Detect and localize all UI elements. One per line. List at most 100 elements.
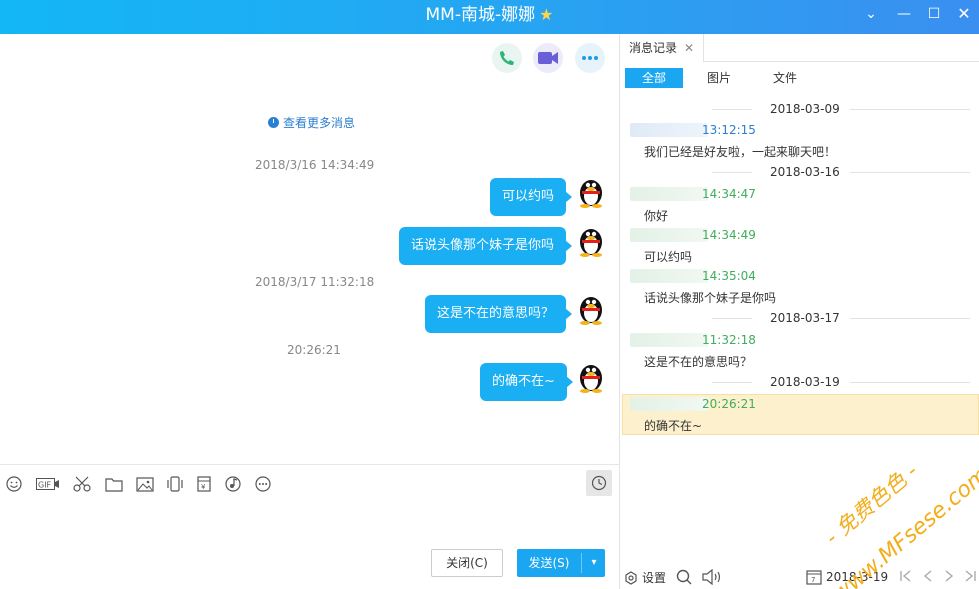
qq-penguin-avatar[interactable]: [576, 361, 606, 393]
message-timestamp: 20:26:21: [287, 343, 341, 357]
filter-files[interactable]: 文件: [758, 68, 812, 88]
record-text: 我们已经是好友啦，一起来聊天吧！: [644, 145, 837, 159]
gear-icon: [625, 570, 637, 585]
send-button-divider: [581, 553, 582, 573]
message-bubble[interactable]: 话说头像那个妹子是你吗: [399, 227, 573, 265]
qq-penguin-avatar[interactable]: [576, 225, 606, 257]
clock-icon: [268, 117, 279, 128]
record-text: 话说头像那个妹子是你吗: [644, 291, 777, 305]
date-label: 2018-03-09: [770, 102, 840, 116]
scissors-icon[interactable]: [71, 473, 93, 495]
date-separator: 2018-03-19: [620, 375, 979, 389]
message-timestamp: 2018/3/16 14:34:49: [255, 158, 375, 172]
record-header: 14:34:49: [630, 227, 756, 243]
search-icon: [676, 569, 692, 585]
history-footer: 设置 7 2018-3-19: [620, 564, 979, 589]
message-input-area[interactable]: GIF ¥ 关闭(C) 发送(S) ▾: [0, 464, 619, 589]
speaker-icon: [702, 569, 721, 585]
star-icon: ★: [539, 5, 554, 24]
svg-text:7: 7: [811, 576, 815, 584]
current-date: 2018-3-19: [826, 570, 889, 584]
record-header: 14:34:47: [630, 186, 756, 202]
send-options-chevron-icon[interactable]: ▾: [585, 549, 603, 577]
date-label: 2018-03-19: [770, 375, 840, 389]
view-more-label: 查看更多消息: [283, 116, 356, 130]
date-label: 2018-03-16: [770, 165, 840, 179]
date-separator: 2018-03-16: [620, 165, 979, 179]
record-header: 13:12:15: [630, 122, 756, 138]
sender-name-blurred: [630, 396, 708, 411]
date-picker[interactable]: 7 2018-3-19: [806, 569, 888, 585]
filter-all[interactable]: 全部: [625, 68, 683, 88]
window-title-text: MM-南城-娜娜: [425, 5, 536, 25]
message-bubble[interactable]: 这是不在的意思吗？: [425, 295, 573, 333]
minimize-button[interactable]: —: [889, 0, 919, 30]
qq-penguin-avatar[interactable]: [576, 293, 606, 325]
window-title: MM-南城-娜娜 ★: [0, 0, 979, 34]
emoji-icon[interactable]: [3, 473, 25, 495]
tab-message-history[interactable]: 消息记录 ✕: [620, 34, 704, 62]
qq-penguin-avatar[interactable]: [576, 176, 606, 208]
record-time: 13:12:15: [702, 122, 756, 137]
close-tab-icon[interactable]: ✕: [684, 34, 694, 62]
record-text: 的确不在~: [644, 419, 703, 433]
sender-name-blurred: [630, 227, 708, 242]
date-separator: 2018-03-17: [620, 311, 979, 325]
message-bubble[interactable]: 可以约吗: [490, 178, 573, 216]
message-history-button[interactable]: [586, 470, 612, 496]
send-button[interactable]: 发送(S) ▾: [517, 549, 605, 577]
video-call-button[interactable]: [533, 43, 563, 73]
gif-icon[interactable]: GIF: [36, 473, 60, 495]
first-page-icon[interactable]: [899, 569, 913, 583]
settings-label: 设置: [642, 571, 667, 585]
shake-icon[interactable]: [164, 473, 186, 495]
last-page-icon[interactable]: [963, 569, 977, 583]
date-label: 2018-03-17: [770, 311, 840, 325]
more-tools-icon[interactable]: [252, 473, 274, 495]
svg-text:¥: ¥: [201, 483, 206, 491]
record-text: 你好: [644, 209, 669, 223]
record-time: 14:34:47: [702, 186, 756, 201]
calendar-icon: 7: [806, 570, 822, 585]
title-bar: MM-南城-娜娜 ★ ⌄ — ☐ ✕: [0, 0, 979, 34]
phone-icon: [500, 51, 514, 65]
view-more-messages-link[interactable]: 查看更多消息: [268, 114, 355, 131]
svg-text:GIF: GIF: [38, 481, 52, 490]
record-header: 20:26:21: [630, 396, 756, 412]
prev-page-icon[interactable]: [922, 569, 934, 583]
record-text: 可以约吗: [644, 250, 693, 264]
image-icon[interactable]: [134, 473, 156, 495]
more-icon: [582, 56, 598, 60]
message-timestamp: 2018/3/17 11:32:18: [255, 275, 375, 289]
sender-name-blurred: [630, 332, 708, 347]
maximize-button[interactable]: ☐: [919, 0, 949, 30]
record-header: 11:32:18: [630, 332, 756, 348]
send-label: 发送(S): [528, 556, 570, 570]
record-header: 14:35:04: [630, 268, 756, 284]
settings-button[interactable]: 设置: [624, 569, 666, 586]
date-separator: 2018-03-09: [620, 102, 979, 116]
volume-button[interactable]: [702, 569, 724, 585]
clock-icon: [591, 475, 607, 491]
close-window-button[interactable]: ✕: [949, 0, 979, 30]
video-camera-icon: [538, 52, 558, 64]
message-bubble[interactable]: 的确不在~: [480, 363, 573, 401]
tab-label: 消息记录: [629, 41, 678, 55]
message-history-panel: 消息记录 ✕ 全部 图片 文件 2018-03-09 13:12:15 我们已经…: [620, 34, 979, 589]
search-button[interactable]: [676, 569, 692, 585]
voice-call-button[interactable]: [492, 43, 522, 73]
sender-name-blurred: [630, 268, 708, 283]
red-packet-icon[interactable]: ¥: [193, 473, 215, 495]
tab-underline: [704, 61, 979, 62]
sender-name-blurred: [630, 186, 708, 201]
filter-images[interactable]: 图片: [693, 68, 745, 88]
close-chat-button[interactable]: 关闭(C): [431, 549, 503, 577]
folder-icon[interactable]: [103, 473, 125, 495]
record-time: 14:34:49: [702, 227, 756, 242]
next-page-icon[interactable]: [943, 569, 955, 583]
chevron-down-icon[interactable]: ⌄: [856, 0, 886, 30]
chat-area: 查看更多消息 2018/3/16 14:34:49 可以约吗 话说头像那个妹子是…: [0, 34, 619, 464]
more-options-button[interactable]: [575, 43, 605, 73]
record-time: 11:32:18: [702, 332, 756, 347]
music-icon[interactable]: [222, 473, 244, 495]
